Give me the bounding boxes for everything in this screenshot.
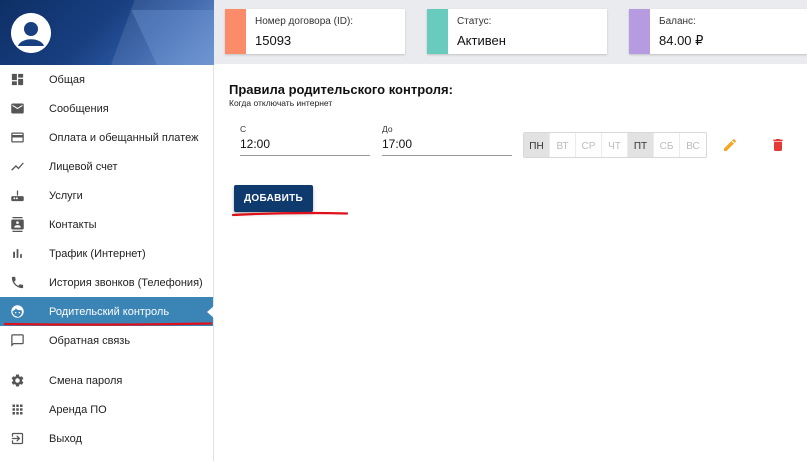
page-title: Правила родительского контроля: (229, 82, 453, 97)
add-rule-button[interactable]: ДОБАВИТЬ (234, 185, 313, 212)
sidebar-item-change-password[interactable]: Смена пароля (0, 366, 213, 395)
annotation-underline (232, 211, 348, 217)
sidebar-item-label: Выход (49, 432, 82, 445)
sidebar-nav: Общая Сообщения Оплата и обещанный плате… (0, 65, 214, 453)
sidebar-item-messages[interactable]: Сообщения (0, 94, 213, 123)
status-card: Статус: Активен (427, 9, 607, 54)
annotation-underline (4, 322, 212, 326)
sidebar-item-software-rent[interactable]: Аренда ПО (0, 395, 213, 424)
card-value: 15093 (255, 33, 292, 48)
sidebar-item-logout[interactable]: Выход (0, 424, 213, 453)
day-toggle-fri[interactable]: ПТ (628, 133, 654, 157)
sidebar-item-services[interactable]: Услуги (0, 181, 213, 210)
day-toggle-thu[interactable]: ЧТ (602, 133, 628, 157)
time-from-field[interactable]: С 12:00 (240, 124, 370, 156)
sidebar-item-label: Оплата и обещанный платеж (49, 131, 199, 144)
dashboard-icon (9, 72, 25, 88)
day-toggle-sat[interactable]: СБ (654, 133, 680, 157)
exit-icon (9, 431, 25, 447)
card-color-swatch (225, 9, 246, 54)
sidebar-item-label: Лицевой счет (49, 160, 118, 173)
info-bar: Номер договора (ID): 15093 Статус: Актив… (214, 0, 807, 64)
sidebar-item-label: Контакты (49, 218, 97, 231)
user-avatar-icon[interactable] (11, 13, 51, 53)
sidebar-item-call-history[interactable]: История звонков (Телефония) (0, 268, 213, 297)
day-toggle-mon[interactable]: ПН (524, 133, 550, 157)
bar-chart-icon (9, 246, 25, 262)
router-icon (9, 188, 25, 204)
card-color-swatch (427, 9, 448, 54)
contacts-icon (9, 217, 25, 233)
day-toggle-sun[interactable]: ВС (680, 133, 706, 157)
credit-card-icon (9, 130, 25, 146)
balance-card: Баланс: 84.00 ₽ (629, 9, 807, 54)
day-toggle-wed[interactable]: СР (576, 133, 602, 157)
feedback-icon (9, 333, 25, 349)
sidebar-item-label: Услуги (49, 189, 83, 202)
time-to-field[interactable]: До 17:00 (382, 124, 512, 156)
time-to-input[interactable]: 17:00 (382, 137, 412, 151)
day-toggle-tue[interactable]: ВТ (550, 133, 576, 157)
time-from-input[interactable]: 12:00 (240, 137, 270, 151)
sidebar-item-label: Трафик (Интернет) (49, 247, 146, 260)
sidebar-item-label: Аренда ПО (49, 403, 107, 416)
sidebar-item-traffic[interactable]: Трафик (Интернет) (0, 239, 213, 268)
card-value: Активен (457, 33, 506, 48)
contract-id-card: Номер договора (ID): 15093 (225, 9, 405, 54)
sidebar-item-label: Родительский контроль (49, 305, 170, 318)
main-content: Правила родительского контроля: Когда от… (214, 64, 807, 461)
page-subtitle: Когда отключать интернет (229, 98, 333, 108)
card-label: Баланс: (659, 16, 696, 27)
field-label: До (382, 124, 393, 134)
edit-pencil-icon[interactable] (722, 137, 738, 153)
apps-grid-icon (9, 402, 25, 418)
card-color-swatch (629, 9, 650, 54)
weekday-toggle-group: ПН ВТ СР ЧТ ПТ СБ ВС (523, 132, 707, 158)
sidebar-header (0, 0, 214, 65)
card-label: Номер договора (ID): (255, 16, 354, 27)
delete-trash-icon[interactable] (770, 137, 786, 153)
settings-icon (9, 373, 25, 389)
app-window: Общая Сообщения Оплата и обещанный плате… (0, 0, 807, 461)
sidebar-item-label: Обратная связь (49, 334, 131, 347)
sidebar-item-feedback[interactable]: Обратная связь (0, 326, 213, 355)
sidebar-item-label: Сообщения (49, 102, 109, 115)
card-value: 84.00 ₽ (659, 33, 704, 48)
mail-icon (9, 101, 25, 117)
child-face-icon (9, 304, 25, 320)
sidebar-item-label: Общая (49, 73, 85, 86)
sidebar-item-payment[interactable]: Оплата и обещанный платеж (0, 123, 213, 152)
sidebar-item-general[interactable]: Общая (0, 65, 213, 94)
sidebar-item-label: Смена пароля (49, 374, 123, 387)
trending-icon (9, 159, 25, 175)
sidebar: Общая Сообщения Оплата и обещанный плате… (0, 0, 214, 461)
field-label: С (240, 124, 247, 134)
sidebar-item-account[interactable]: Лицевой счет (0, 152, 213, 181)
sidebar-item-label: История звонков (Телефония) (49, 276, 203, 289)
card-label: Статус: (457, 16, 492, 27)
phone-icon (9, 275, 25, 291)
sidebar-item-contacts[interactable]: Контакты (0, 210, 213, 239)
